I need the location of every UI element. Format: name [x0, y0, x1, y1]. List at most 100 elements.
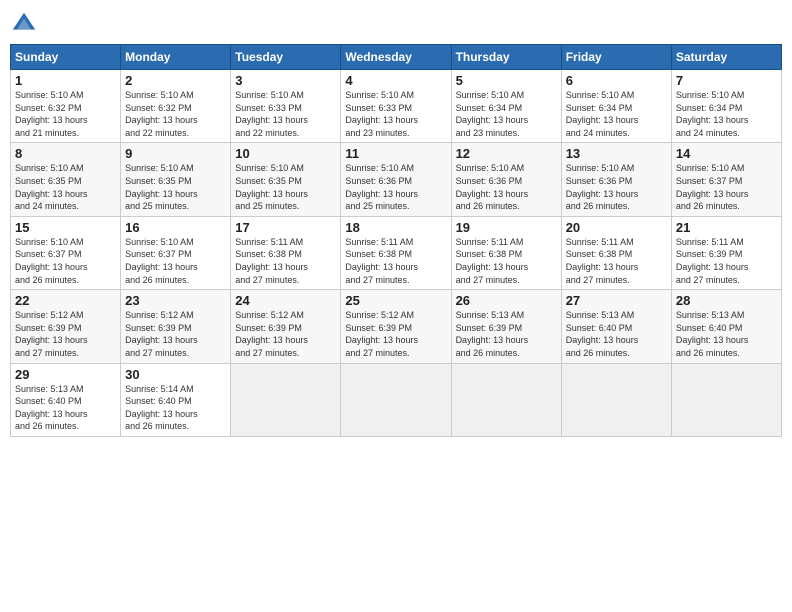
day-header-monday: Monday — [121, 45, 231, 70]
day-number: 27 — [566, 293, 667, 308]
calendar-cell: 15Sunrise: 5:10 AMSunset: 6:37 PMDayligh… — [11, 216, 121, 289]
day-number: 11 — [345, 146, 446, 161]
day-number: 20 — [566, 220, 667, 235]
day-detail: Sunrise: 5:11 AMSunset: 6:39 PMDaylight:… — [676, 236, 777, 286]
calendar-cell: 11Sunrise: 5:10 AMSunset: 6:36 PMDayligh… — [341, 143, 451, 216]
calendar-cell: 19Sunrise: 5:11 AMSunset: 6:38 PMDayligh… — [451, 216, 561, 289]
day-number: 23 — [125, 293, 226, 308]
day-number: 13 — [566, 146, 667, 161]
calendar-cell: 12Sunrise: 5:10 AMSunset: 6:36 PMDayligh… — [451, 143, 561, 216]
day-detail: Sunrise: 5:10 AMSunset: 6:34 PMDaylight:… — [456, 89, 557, 139]
day-number: 10 — [235, 146, 336, 161]
day-number: 30 — [125, 367, 226, 382]
calendar-header-row: SundayMondayTuesdayWednesdayThursdayFrid… — [11, 45, 782, 70]
day-number: 17 — [235, 220, 336, 235]
day-number: 24 — [235, 293, 336, 308]
day-detail: Sunrise: 5:10 AMSunset: 6:33 PMDaylight:… — [235, 89, 336, 139]
day-detail: Sunrise: 5:14 AMSunset: 6:40 PMDaylight:… — [125, 383, 226, 433]
day-number: 8 — [15, 146, 116, 161]
day-number: 16 — [125, 220, 226, 235]
day-number: 15 — [15, 220, 116, 235]
day-detail: Sunrise: 5:13 AMSunset: 6:40 PMDaylight:… — [566, 309, 667, 359]
day-detail: Sunrise: 5:11 AMSunset: 6:38 PMDaylight:… — [345, 236, 446, 286]
calendar-cell: 2Sunrise: 5:10 AMSunset: 6:32 PMDaylight… — [121, 70, 231, 143]
day-detail: Sunrise: 5:10 AMSunset: 6:37 PMDaylight:… — [15, 236, 116, 286]
day-number: 6 — [566, 73, 667, 88]
day-header-sunday: Sunday — [11, 45, 121, 70]
calendar-cell: 20Sunrise: 5:11 AMSunset: 6:38 PMDayligh… — [561, 216, 671, 289]
calendar-cell: 3Sunrise: 5:10 AMSunset: 6:33 PMDaylight… — [231, 70, 341, 143]
header — [10, 10, 782, 38]
day-detail: Sunrise: 5:10 AMSunset: 6:34 PMDaylight:… — [676, 89, 777, 139]
day-number: 22 — [15, 293, 116, 308]
calendar-cell: 21Sunrise: 5:11 AMSunset: 6:39 PMDayligh… — [671, 216, 781, 289]
day-detail: Sunrise: 5:10 AMSunset: 6:33 PMDaylight:… — [345, 89, 446, 139]
day-number: 25 — [345, 293, 446, 308]
calendar-cell: 18Sunrise: 5:11 AMSunset: 6:38 PMDayligh… — [341, 216, 451, 289]
logo — [10, 10, 40, 38]
day-detail: Sunrise: 5:10 AMSunset: 6:36 PMDaylight:… — [345, 162, 446, 212]
day-number: 4 — [345, 73, 446, 88]
day-number: 29 — [15, 367, 116, 382]
calendar-cell: 9Sunrise: 5:10 AMSunset: 6:35 PMDaylight… — [121, 143, 231, 216]
calendar-cell: 10Sunrise: 5:10 AMSunset: 6:35 PMDayligh… — [231, 143, 341, 216]
calendar-cell: 25Sunrise: 5:12 AMSunset: 6:39 PMDayligh… — [341, 290, 451, 363]
day-number: 1 — [15, 73, 116, 88]
calendar-cell: 4Sunrise: 5:10 AMSunset: 6:33 PMDaylight… — [341, 70, 451, 143]
calendar-cell — [231, 363, 341, 436]
day-number: 28 — [676, 293, 777, 308]
day-detail: Sunrise: 5:10 AMSunset: 6:34 PMDaylight:… — [566, 89, 667, 139]
day-number: 26 — [456, 293, 557, 308]
day-number: 12 — [456, 146, 557, 161]
day-detail: Sunrise: 5:13 AMSunset: 6:40 PMDaylight:… — [15, 383, 116, 433]
day-detail: Sunrise: 5:13 AMSunset: 6:40 PMDaylight:… — [676, 309, 777, 359]
calendar-cell: 26Sunrise: 5:13 AMSunset: 6:39 PMDayligh… — [451, 290, 561, 363]
day-detail: Sunrise: 5:10 AMSunset: 6:37 PMDaylight:… — [125, 236, 226, 286]
day-detail: Sunrise: 5:11 AMSunset: 6:38 PMDaylight:… — [456, 236, 557, 286]
day-detail: Sunrise: 5:10 AMSunset: 6:36 PMDaylight:… — [456, 162, 557, 212]
day-number: 7 — [676, 73, 777, 88]
calendar-week-row: 8Sunrise: 5:10 AMSunset: 6:35 PMDaylight… — [11, 143, 782, 216]
calendar-week-row: 1 Sunrise: 5:10 AMSunset: 6:32 PMDaylight… — [11, 70, 782, 143]
calendar-cell: 5Sunrise: 5:10 AMSunset: 6:34 PMDaylight… — [451, 70, 561, 143]
day-detail: Sunrise: 5:12 AMSunset: 6:39 PMDaylight:… — [125, 309, 226, 359]
day-number: 14 — [676, 146, 777, 161]
day-detail: Sunrise: 5:10 AMSunset: 6:36 PMDaylight:… — [566, 162, 667, 212]
calendar-cell — [561, 363, 671, 436]
day-header-thursday: Thursday — [451, 45, 561, 70]
day-number: 18 — [345, 220, 446, 235]
logo-icon — [10, 10, 38, 38]
day-header-wednesday: Wednesday — [341, 45, 451, 70]
calendar-cell: 13Sunrise: 5:10 AMSunset: 6:36 PMDayligh… — [561, 143, 671, 216]
day-number: 5 — [456, 73, 557, 88]
calendar-cell: 16Sunrise: 5:10 AMSunset: 6:37 PMDayligh… — [121, 216, 231, 289]
calendar-table: SundayMondayTuesdayWednesdayThursdayFrid… — [10, 44, 782, 437]
calendar-cell — [341, 363, 451, 436]
day-number: 3 — [235, 73, 336, 88]
calendar-cell — [451, 363, 561, 436]
day-detail: Sunrise: 5:10 AMSunset: 6:35 PMDaylight:… — [15, 162, 116, 212]
day-number: 9 — [125, 146, 226, 161]
day-detail: Sunrise: 5:10 AMSunset: 6:32 PMDaylight:… — [125, 89, 226, 139]
calendar-week-row: 15Sunrise: 5:10 AMSunset: 6:37 PMDayligh… — [11, 216, 782, 289]
day-detail: Sunrise: 5:11 AMSunset: 6:38 PMDaylight:… — [566, 236, 667, 286]
calendar-cell: 29Sunrise: 5:13 AMSunset: 6:40 PMDayligh… — [11, 363, 121, 436]
day-detail: Sunrise: 5:12 AMSunset: 6:39 PMDaylight:… — [235, 309, 336, 359]
calendar-cell: 7Sunrise: 5:10 AMSunset: 6:34 PMDaylight… — [671, 70, 781, 143]
calendar-cell: 22Sunrise: 5:12 AMSunset: 6:39 PMDayligh… — [11, 290, 121, 363]
calendar-week-row: 29Sunrise: 5:13 AMSunset: 6:40 PMDayligh… — [11, 363, 782, 436]
calendar-cell: 27Sunrise: 5:13 AMSunset: 6:40 PMDayligh… — [561, 290, 671, 363]
calendar-cell: 1Sunrise: 5:10 AMSunset: 6:32 PMDaylight… — [11, 70, 121, 143]
day-header-tuesday: Tuesday — [231, 45, 341, 70]
day-number: 21 — [676, 220, 777, 235]
day-number: 19 — [456, 220, 557, 235]
calendar-week-row: 22Sunrise: 5:12 AMSunset: 6:39 PMDayligh… — [11, 290, 782, 363]
day-detail: Sunrise: 5:12 AMSunset: 6:39 PMDaylight:… — [15, 309, 116, 359]
day-detail: Sunrise: 5:10 AMSunset: 6:37 PMDaylight:… — [676, 162, 777, 212]
calendar-cell: 23Sunrise: 5:12 AMSunset: 6:39 PMDayligh… — [121, 290, 231, 363]
calendar-cell: 17Sunrise: 5:11 AMSunset: 6:38 PMDayligh… — [231, 216, 341, 289]
day-detail: Sunrise: 5:10 AMSunset: 6:35 PMDaylight:… — [235, 162, 336, 212]
calendar-cell: 6Sunrise: 5:10 AMSunset: 6:34 PMDaylight… — [561, 70, 671, 143]
day-detail: Sunrise: 5:13 AMSunset: 6:39 PMDaylight:… — [456, 309, 557, 359]
calendar-cell: 14Sunrise: 5:10 AMSunset: 6:37 PMDayligh… — [671, 143, 781, 216]
